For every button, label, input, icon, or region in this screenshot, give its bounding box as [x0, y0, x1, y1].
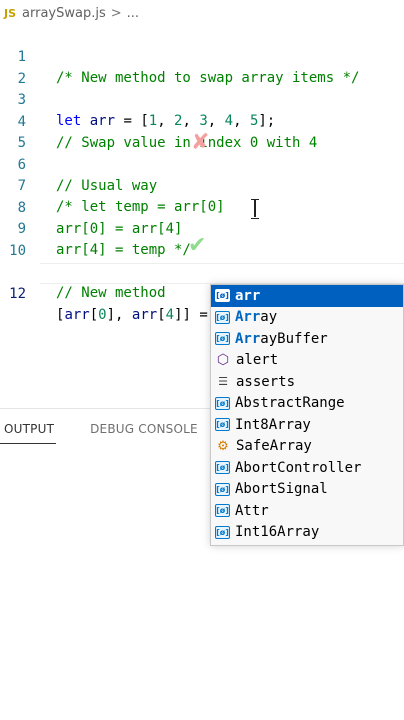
- variable-icon: [ø]: [215, 289, 230, 303]
- suggestion-item[interactable]: ⬡ alert: [211, 350, 403, 372]
- code-line-1[interactable]: 1 /* New method to swap array items */: [0, 26, 404, 86]
- suggestion-item[interactable]: [ø] Int8Array: [211, 414, 403, 436]
- line-number: 12: [9, 285, 26, 302]
- code-line-7[interactable]: 7 /* let temp = arr[0]: [0, 155, 404, 215]
- panel-tabs: OUTPUT DEBUG CONSOLE: [0, 418, 228, 444]
- suggestion-item[interactable]: [ø] Int16Array: [211, 522, 403, 544]
- code-line-12[interactable]: 12 [arr[0], arr[4]] = [ar: [0, 262, 404, 323]
- variable-icon: [ø]: [215, 396, 230, 410]
- variable-icon: [ø]: [215, 332, 230, 346]
- suggestion-item[interactable]: [ø] Arr ayBuffer: [211, 328, 403, 350]
- variable-icon: [ø]: [215, 461, 230, 475]
- chevron-right-icon: >: [110, 5, 122, 21]
- js-file-icon: JS: [4, 6, 17, 20]
- code-line-2[interactable]: 2: [0, 48, 404, 87]
- code-line-4[interactable]: 4 // Swap value in index 0 with 4: [0, 91, 404, 151]
- autocomplete-suggestions[interactable]: [ø] arr [ø] Arr ay [ø] Arr ayBuffer ⬡ alert ☰ a…: [210, 284, 404, 546]
- code-line-9[interactable]: 9 arr[4] = temp */: [0, 198, 404, 258]
- suggestion-item[interactable]: [ø] AbortController: [211, 457, 403, 479]
- suggestion-item[interactable]: [ø] AbortSignal: [211, 479, 403, 501]
- cross-mark-icon: ✘: [191, 130, 210, 155]
- variable-icon: [ø]: [215, 482, 230, 496]
- method-icon: ⬡: [216, 352, 230, 369]
- suggestion-item[interactable]: [ø] arr: [211, 285, 403, 307]
- variable-icon: [ø]: [215, 310, 230, 324]
- variable-icon: [ø]: [215, 418, 230, 432]
- breadcrumb-more[interactable]: ...: [127, 6, 139, 21]
- code-line-8[interactable]: 8 arr[0] = arr[4]: [0, 177, 404, 237]
- suggestion-item[interactable]: ☰ asserts: [211, 371, 403, 393]
- suggestion-item[interactable]: [ø] Arr ay: [211, 307, 403, 329]
- suggestion-item[interactable]: ⚙ SafeArray: [211, 436, 403, 458]
- module-icon: ☰: [218, 375, 228, 389]
- tab-debug-console[interactable]: DEBUG CONSOLE: [86, 418, 198, 444]
- class-icon: ⚙: [217, 438, 229, 454]
- code-text: // New method: [56, 285, 166, 301]
- variable-icon: [ø]: [215, 504, 230, 518]
- variable-icon: [ø]: [215, 525, 230, 539]
- breadcrumb-file[interactable]: arraySwap.js: [22, 6, 106, 21]
- check-mark-icon: ✔: [188, 233, 207, 258]
- suggestion-item[interactable]: [ø] Attr: [211, 500, 403, 522]
- breadcrumb: JS arraySwap.js > ...: [0, 0, 404, 26]
- tab-output[interactable]: OUTPUT: [0, 418, 57, 444]
- ibeam-cursor-icon: [250, 199, 260, 219]
- suggestion-item[interactable]: [ø] AbstractRange: [211, 393, 403, 415]
- code-line-3[interactable]: 3 let arr = [1, 2, 3, 4, 5];: [0, 69, 404, 129]
